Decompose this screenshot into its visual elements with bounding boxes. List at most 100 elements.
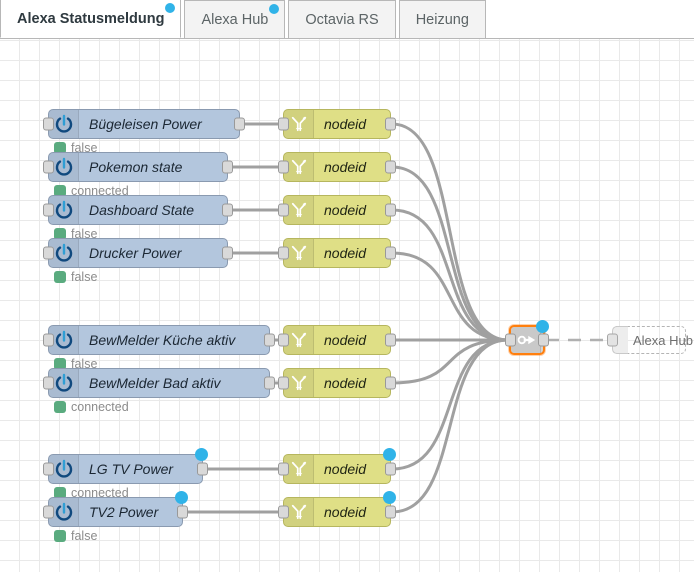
node-n5[interactable]: BewMelder Küche aktiv bbox=[43, 325, 275, 355]
node-output-port[interactable] bbox=[385, 203, 396, 217]
node-output-port[interactable] bbox=[385, 333, 396, 347]
switch-icon bbox=[291, 461, 306, 477]
node-output-port[interactable] bbox=[222, 160, 233, 174]
node-label: BewMelder Bad aktiv bbox=[89, 375, 221, 391]
node-changed-dot-icon bbox=[536, 320, 549, 333]
power-info-icon bbox=[55, 114, 72, 133]
node-n2[interactable]: Pokemon state bbox=[43, 152, 233, 182]
power-info-icon bbox=[55, 502, 72, 521]
node-output-port[interactable] bbox=[222, 246, 233, 260]
flow-tab-label: Octavia RS bbox=[305, 11, 379, 28]
wire bbox=[390, 122, 510, 342]
node-output-port[interactable] bbox=[234, 117, 245, 131]
node-input-port[interactable] bbox=[43, 333, 54, 347]
node-s2[interactable]: nodeid bbox=[278, 152, 396, 182]
switch-icon bbox=[291, 332, 306, 348]
node-n1[interactable]: Bügeleisen Power bbox=[43, 109, 245, 139]
wire bbox=[390, 251, 510, 342]
node-s8[interactable]: nodeid bbox=[278, 491, 396, 527]
status-text: false bbox=[71, 270, 98, 284]
node-n8[interactable]: TV2 Power bbox=[43, 491, 188, 527]
switch-icon bbox=[291, 504, 306, 520]
node-status-n6: connected bbox=[54, 400, 129, 414]
status-dot-icon bbox=[54, 530, 66, 542]
node-label: Dashboard State bbox=[89, 202, 195, 218]
node-label: Bügeleisen Power bbox=[89, 116, 202, 132]
node-output-port[interactable] bbox=[385, 505, 396, 519]
node-output-port[interactable] bbox=[222, 203, 233, 217]
node-input-port[interactable] bbox=[43, 160, 54, 174]
node-output-port[interactable] bbox=[385, 246, 396, 260]
link-target-alexa-hub[interactable]: Alexa Hub bbox=[607, 326, 693, 354]
node-output-port[interactable] bbox=[385, 117, 396, 131]
node-label: Pokemon state bbox=[89, 159, 183, 175]
node-input-port[interactable] bbox=[278, 246, 289, 260]
power-info-icon bbox=[55, 243, 72, 262]
node-n4[interactable]: Drucker Power bbox=[43, 238, 233, 268]
node-label: nodeid bbox=[324, 245, 367, 261]
node-changed-dot-icon bbox=[383, 491, 396, 504]
node-output-port[interactable] bbox=[264, 376, 275, 390]
status-text: false bbox=[71, 529, 98, 543]
flow-tab-alexa-statusmeldung[interactable]: Alexa Statusmeldung bbox=[0, 0, 182, 38]
node-s6[interactable]: nodeid bbox=[278, 368, 396, 398]
node-red-editor: Alexa Statusmeldung Alexa Hub Octavia RS He… bbox=[0, 0, 694, 572]
flow-tab-label: Alexa Hub bbox=[201, 11, 269, 28]
switch-icon bbox=[291, 159, 306, 175]
link-target-port[interactable] bbox=[607, 333, 618, 347]
node-input-port[interactable] bbox=[278, 117, 289, 131]
node-label: nodeid bbox=[324, 375, 367, 391]
node-changed-dot-icon bbox=[195, 448, 208, 461]
node-output-port[interactable] bbox=[385, 462, 396, 476]
node-output-port[interactable] bbox=[197, 462, 208, 476]
node-label: nodeid bbox=[324, 159, 367, 175]
node-output-port[interactable] bbox=[264, 333, 275, 347]
node-output-port[interactable] bbox=[538, 333, 549, 347]
power-info-icon bbox=[55, 200, 72, 219]
node-input-port[interactable] bbox=[505, 333, 516, 347]
node-input-port[interactable] bbox=[43, 117, 54, 131]
node-input-port[interactable] bbox=[43, 505, 54, 519]
node-lo1[interactable] bbox=[505, 320, 549, 355]
node-input-port[interactable] bbox=[278, 376, 289, 390]
node-n6[interactable]: BewMelder Bad aktiv bbox=[43, 368, 275, 398]
node-label: TV2 Power bbox=[89, 504, 159, 520]
node-input-port[interactable] bbox=[278, 505, 289, 519]
node-label: nodeid bbox=[324, 202, 367, 218]
node-input-port[interactable] bbox=[278, 203, 289, 217]
switch-icon bbox=[291, 116, 306, 132]
node-label: nodeid bbox=[324, 504, 367, 520]
flow-tab-label: Alexa Statusmeldung bbox=[17, 10, 165, 27]
node-input-port[interactable] bbox=[43, 246, 54, 260]
status-text: connected bbox=[71, 400, 129, 414]
node-input-port[interactable] bbox=[278, 160, 289, 174]
flow-tab-octavia-rs[interactable]: Octavia RS bbox=[288, 0, 396, 38]
node-s1[interactable]: nodeid bbox=[278, 109, 396, 139]
node-status-n8: false bbox=[54, 529, 97, 543]
wire bbox=[390, 165, 510, 342]
node-input-port[interactable] bbox=[43, 462, 54, 476]
node-s3[interactable]: nodeid bbox=[278, 195, 396, 225]
status-dot-icon bbox=[54, 401, 66, 413]
node-label: nodeid bbox=[324, 332, 367, 348]
node-s5[interactable]: nodeid bbox=[278, 325, 396, 355]
node-output-port[interactable] bbox=[177, 505, 188, 519]
flow-tab-label: Heizung bbox=[415, 11, 469, 28]
wire bbox=[390, 338, 510, 471]
node-n3[interactable]: Dashboard State bbox=[43, 195, 233, 225]
node-n7[interactable]: LG TV Power bbox=[43, 448, 208, 484]
node-label: Drucker Power bbox=[89, 245, 182, 261]
node-output-port[interactable] bbox=[385, 160, 396, 174]
power-info-icon bbox=[55, 373, 72, 392]
flow-tab-alexa-hub[interactable]: Alexa Hub bbox=[184, 0, 286, 38]
node-input-port[interactable] bbox=[278, 333, 289, 347]
node-s7[interactable]: nodeid bbox=[278, 448, 396, 484]
node-input-port[interactable] bbox=[43, 376, 54, 390]
link-out-icon bbox=[517, 335, 535, 345]
node-s4[interactable]: nodeid bbox=[278, 238, 396, 268]
node-output-port[interactable] bbox=[385, 376, 396, 390]
node-input-port[interactable] bbox=[43, 203, 54, 217]
flow-canvas[interactable]: Bügeleisen Power false Pokemon state connec… bbox=[0, 39, 694, 572]
flow-tab-heizung[interactable]: Heizung bbox=[398, 0, 486, 38]
node-input-port[interactable] bbox=[278, 462, 289, 476]
